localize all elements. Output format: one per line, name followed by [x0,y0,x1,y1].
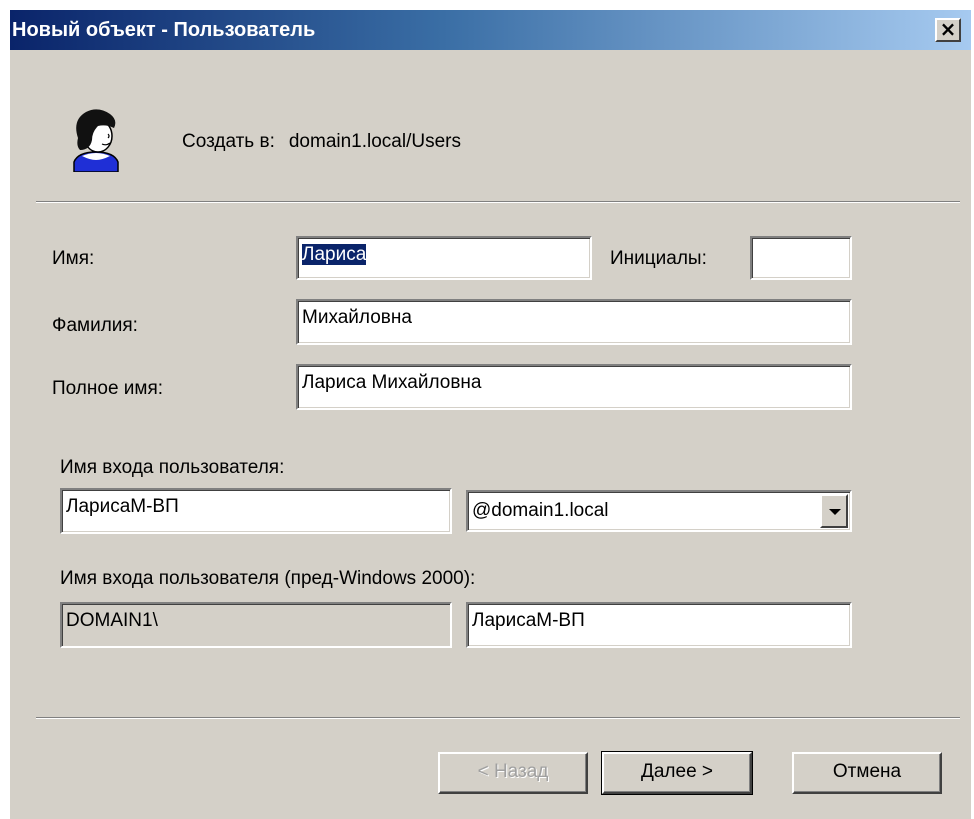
first-name-label: Имя: [52,248,95,269]
domain-prefix-value: DOMAIN1\ [66,610,158,631]
logon-pre2000-value: ЛарисаМ-ВП [472,610,585,631]
initials-label: Инициалы: [610,248,707,269]
full-name-input[interactable]: Лариса Михайловна [296,364,852,410]
logon-pre2000-input[interactable]: ЛарисаМ-ВП [466,602,852,648]
cancel-button[interactable]: Отмена [792,752,942,794]
last-name-value: Михайловна [302,307,412,328]
bottom-separator [36,717,960,719]
chevron-down-icon[interactable] [820,494,848,528]
first-name-input[interactable]: Лариса [296,236,592,280]
full-name-label: Полное имя: [52,378,164,399]
logon-pre2000-label: Имя входа пользователя (пред-Windows 200… [60,568,476,589]
full-name-value: Лариса Михайловна [302,372,482,393]
last-name-input[interactable]: Михайловна [296,299,852,345]
logon-name-input[interactable]: ЛарисаМ-ВП [60,488,452,534]
domain-prefix-field: DOMAIN1\ [60,602,452,648]
logon-name-label: Имя входа пользователя: [60,457,285,478]
top-separator [36,201,960,203]
first-name-value: Лариса [302,244,367,265]
domain-suffix-select[interactable]: @domain1.local [466,490,852,532]
domain-suffix-value: @domain1.local [472,500,609,521]
title-bar[interactable]: Новый объект - Пользователь × [10,10,971,50]
logon-name-value: ЛарисаМ-ВП [66,496,179,517]
create-in-label: Создать в: [182,131,275,152]
user-icon [73,109,119,172]
next-button[interactable]: Далее > [601,751,753,795]
last-name-label: Фамилия: [52,315,138,336]
close-button[interactable]: × [935,18,961,42]
create-in-text: Создать в: domain1.local/Users [182,131,461,153]
initials-input[interactable] [750,236,852,280]
new-user-dialog: Новый объект - Пользователь × Создать в:… [10,10,971,819]
back-button[interactable]: < Назад [438,752,588,794]
close-icon: × [939,17,957,41]
create-in-path: domain1.local/Users [288,131,461,152]
window-title: Новый объект - Пользователь [12,19,316,41]
